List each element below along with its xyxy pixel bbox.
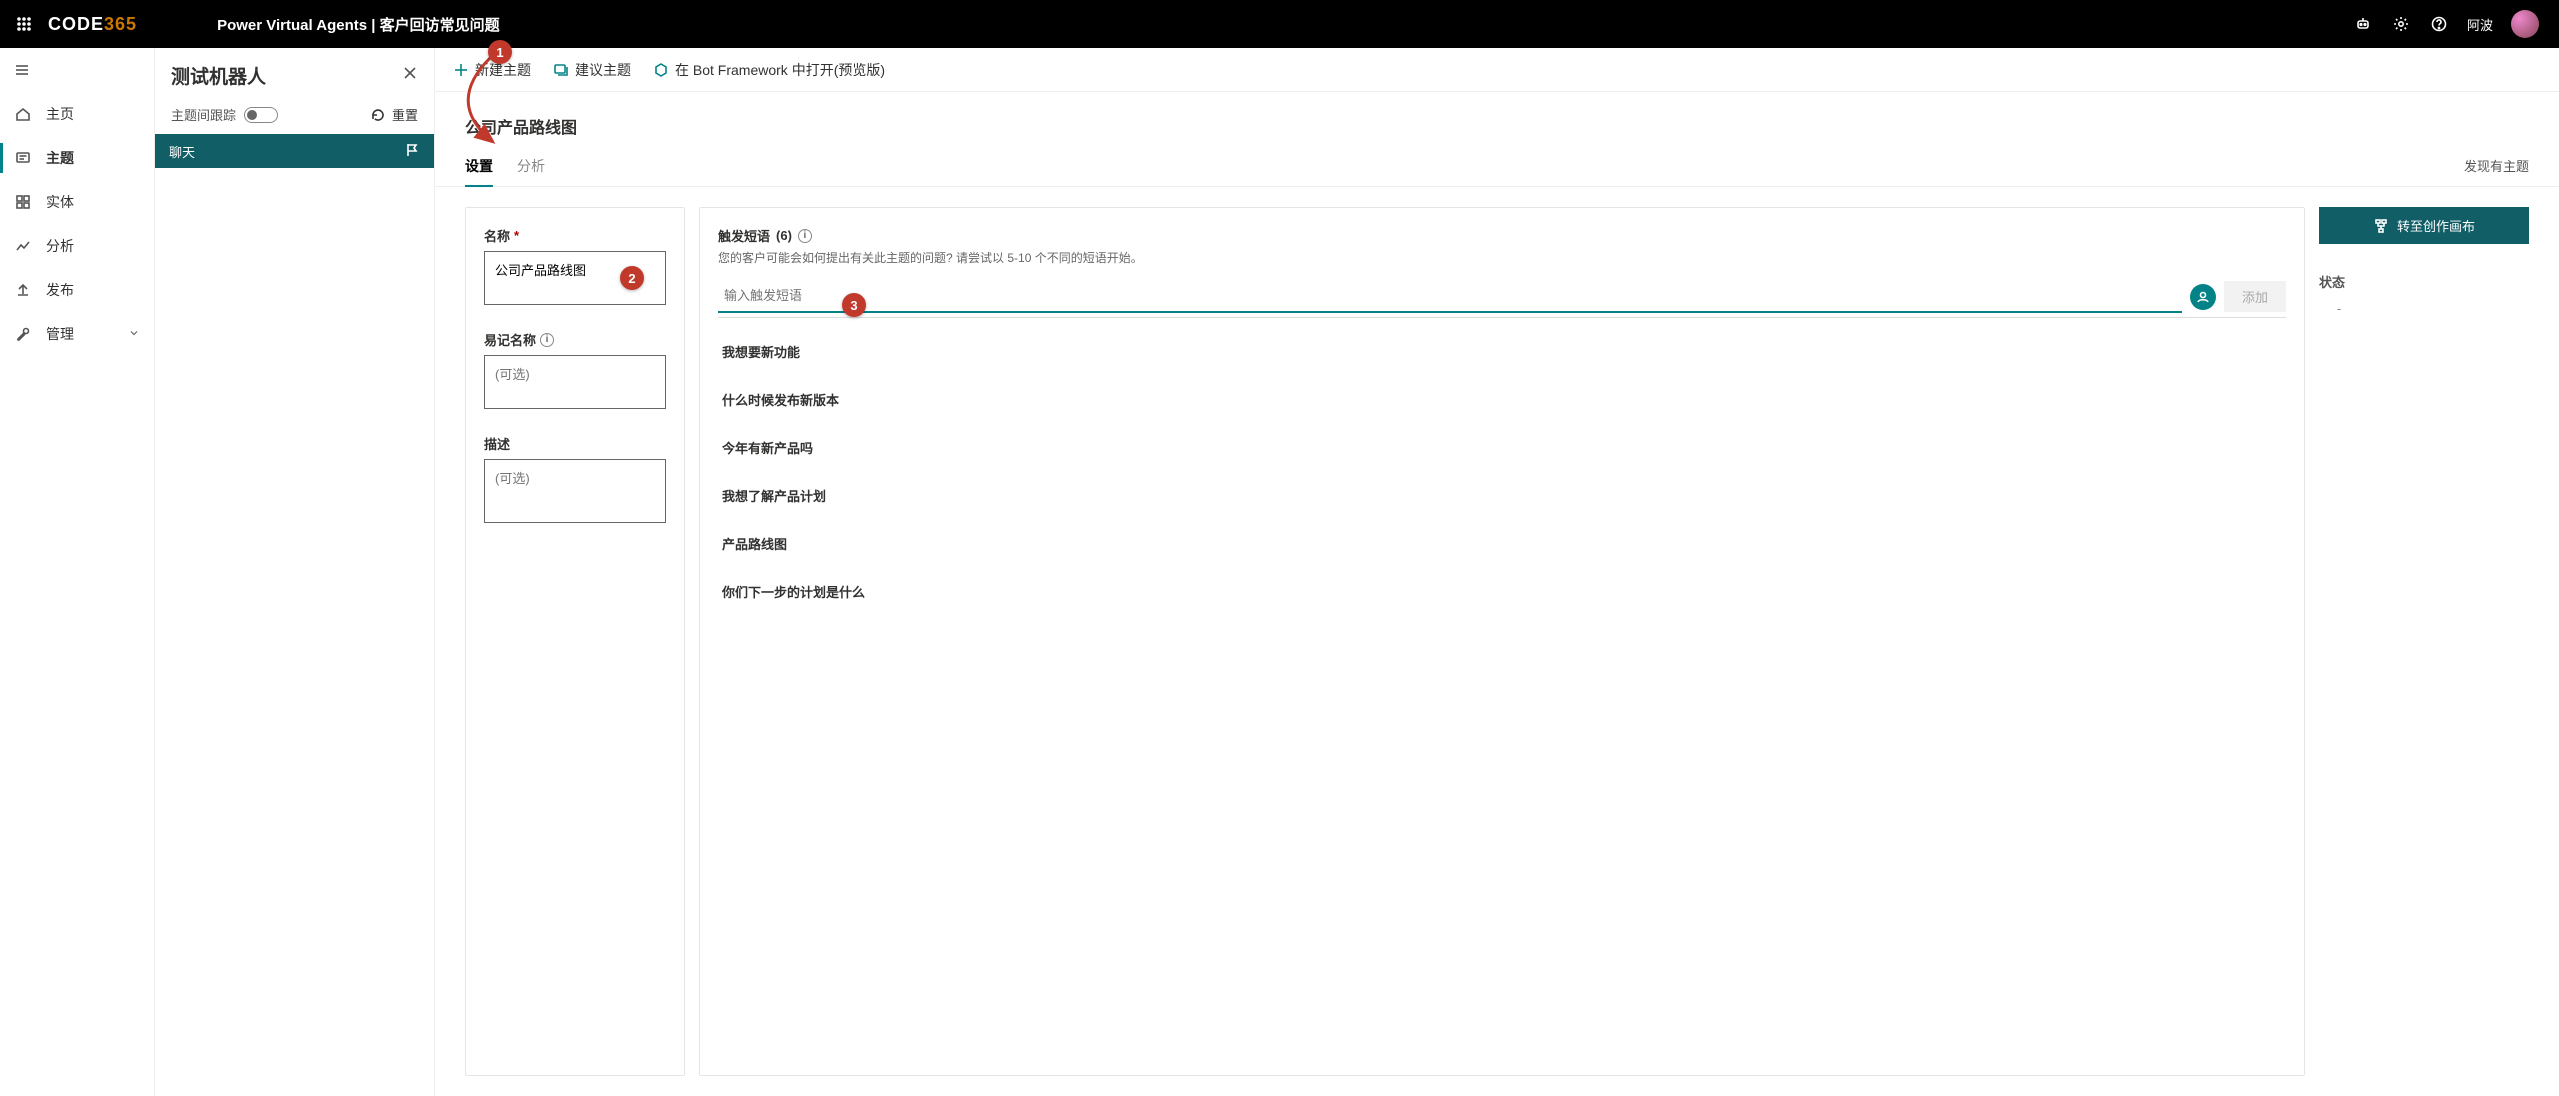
top-bar: CODE365 Power Virtual Agents | 客户回访常见问题 … [0, 0, 2559, 48]
trigger-phrases-card: 触发短语 (6) i 您的客户可能会如何提出有关此主题的问题? 请尝试以 5-1… [699, 207, 2305, 1076]
sidebar-item-publish[interactable]: 发布 [0, 268, 154, 312]
trigger-phrase-item[interactable]: 你们下一步的计划是什么 [718, 568, 2286, 616]
sidebar-item-label: 管理 [46, 324, 74, 344]
suggest-topic-button[interactable]: 建议主题 [553, 60, 631, 80]
bot-icon[interactable] [2353, 14, 2373, 34]
name-input[interactable] [484, 251, 666, 305]
topic-details-card: 名称* 易记名称 i 描述 [465, 207, 685, 1076]
topics-icon [14, 149, 32, 167]
required-mark: * [514, 228, 519, 243]
command-bar: 新建主题 建议主题 在 Bot Framework 中打开(预览版) [435, 48, 2559, 92]
tab-analytics[interactable]: 分析 [517, 156, 545, 186]
info-icon[interactable]: i [540, 333, 554, 347]
trigger-phrase-item[interactable]: 什么时候发布新版本 [718, 376, 2286, 424]
sidebar-item-label: 发布 [46, 280, 74, 300]
tab-settings[interactable]: 设置 [465, 156, 493, 186]
description-input[interactable] [484, 459, 666, 523]
trigger-phrase-input[interactable] [718, 280, 2182, 313]
reset-button[interactable]: 重置 [370, 105, 418, 124]
gear-icon[interactable] [2391, 14, 2411, 34]
user-icon [2190, 284, 2216, 310]
bot-framework-icon [653, 62, 669, 78]
chevron-down-icon [128, 326, 140, 342]
right-side-panel: 转至创作画布 状态 - [2319, 207, 2529, 1076]
entities-icon [14, 193, 32, 211]
suggest-topic-label: 建议主题 [575, 60, 631, 80]
publish-icon [14, 281, 32, 299]
friendly-name-input[interactable] [484, 355, 666, 409]
trigger-phrase-item[interactable]: 我想要新功能 [718, 328, 2286, 376]
manage-icon [14, 325, 32, 343]
sidebar-item-label: 分析 [46, 236, 74, 256]
trigger-phrase-item[interactable]: 今年有新产品吗 [718, 424, 2286, 472]
sidebar-item-topics[interactable]: 主题 [0, 136, 154, 180]
user-name[interactable]: 阿波 [2467, 15, 2493, 34]
topic-title: 公司产品路线图 [435, 92, 2559, 144]
logo-text-main: CODE [48, 14, 104, 34]
track-topics-toggle[interactable] [244, 107, 278, 123]
info-icon[interactable]: i [798, 229, 812, 243]
main-area: 1 2 3 新建主题 建议主题 在 Bot Framework 中打开(预览版) [435, 48, 2559, 1096]
trigger-heading: 触发短语 [718, 226, 770, 245]
sidebar-item-entities[interactable]: 实体 [0, 180, 154, 224]
flag-icon[interactable] [404, 142, 420, 161]
trigger-sub: 您的客户可能会如何提出有关此主题的问题? 请尝试以 5-10 个不同的短语开始。 [718, 249, 2286, 266]
close-icon[interactable] [402, 65, 418, 86]
test-bot-heading: 测试机器人 [171, 62, 266, 89]
page-title: Power Virtual Agents | 客户回访常见问题 [217, 14, 500, 35]
chat-label: 聊天 [169, 142, 195, 161]
analytics-icon [14, 237, 32, 255]
sidebar-item-home[interactable]: 主页 [0, 92, 154, 136]
open-bf-label: 在 Bot Framework 中打开(预览版) [675, 60, 885, 80]
plus-icon [453, 62, 469, 78]
sidebar-item-label: 主页 [46, 104, 74, 124]
name-label: 名称* [484, 226, 666, 245]
trigger-phrase-item[interactable]: 我想了解产品计划 [718, 472, 2286, 520]
new-topic-button[interactable]: 新建主题 [453, 60, 531, 80]
existing-topic-hint: 发现有主题 [2464, 156, 2529, 186]
waffle-icon[interactable] [8, 8, 40, 40]
sidebar-item-label: 实体 [46, 192, 74, 212]
test-bot-panel: 测试机器人 主题间跟踪 重置 聊天 [155, 48, 435, 1096]
home-icon [14, 105, 32, 123]
status-label: 状态 [2319, 272, 2529, 291]
chat-header: 聊天 [155, 134, 434, 168]
new-topic-label: 新建主题 [475, 60, 531, 80]
trigger-count: (6) [776, 228, 792, 243]
description-label: 描述 [484, 434, 666, 453]
sidebar-item-label: 主题 [46, 148, 74, 168]
friendly-name-label: 易记名称 i [484, 330, 666, 349]
trigger-phrase-item[interactable]: 产品路线图 [718, 520, 2286, 568]
sidebar-item-manage[interactable]: 管理 [0, 312, 154, 356]
sidebar-item-analytics[interactable]: 分析 [0, 224, 154, 268]
brand-logo: CODE365 [48, 14, 137, 35]
nav-collapse-icon[interactable] [0, 48, 154, 92]
status-value: - [2319, 301, 2529, 316]
track-topics-label: 主题间跟踪 [171, 105, 236, 124]
avatar[interactable] [2511, 10, 2539, 38]
suggest-icon [553, 62, 569, 78]
open-bot-framework-button[interactable]: 在 Bot Framework 中打开(预览版) [653, 60, 885, 80]
left-nav: 主页 主题 实体 分析 发布 管理 [0, 48, 155, 1096]
goto-canvas-label: 转至创作画布 [2397, 216, 2475, 235]
add-phrase-button[interactable]: 添加 [2224, 281, 2286, 312]
tab-bar: 设置 分析 发现有主题 [435, 144, 2559, 187]
goto-canvas-button[interactable]: 转至创作画布 [2319, 207, 2529, 244]
reset-label: 重置 [392, 105, 418, 124]
help-icon[interactable] [2429, 14, 2449, 34]
logo-text-accent: 365 [104, 14, 137, 34]
